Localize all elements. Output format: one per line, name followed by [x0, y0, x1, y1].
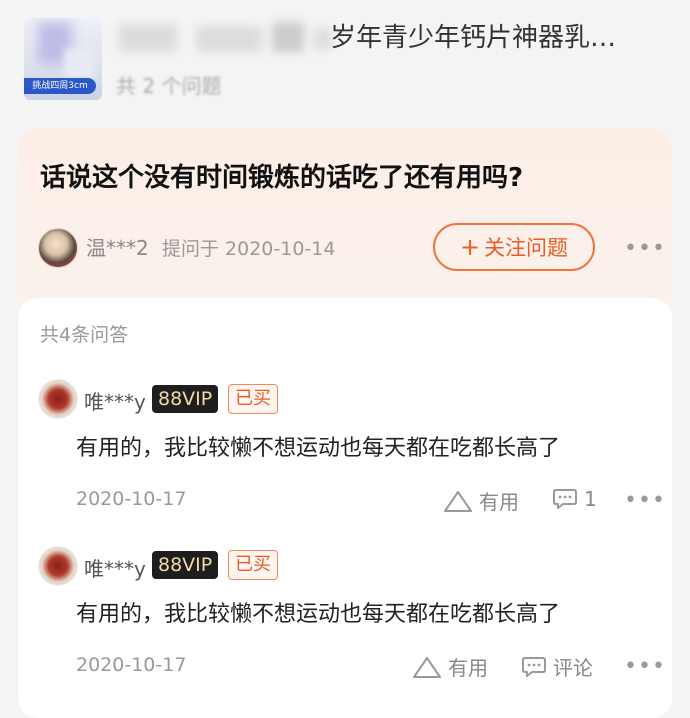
triangle-up-icon: [444, 490, 472, 512]
bought-badge: 已买: [228, 384, 278, 414]
asker-name: 温***2: [86, 236, 149, 260]
follow-question-label: 关注问题: [484, 236, 569, 260]
comment-button[interactable]: 评论: [521, 652, 593, 681]
plus-icon: +: [459, 233, 481, 261]
product-thumbnail[interactable]: 挑战四周3cm: [24, 18, 102, 100]
product-header: 挑战四周3cm 岁年青少年钙片神器乳… 共 2 个问题: [0, 0, 690, 120]
comment-icon: [553, 489, 577, 509]
answer-text: 有用的，我比较懒不想运动也每天都在吃都长高了: [76, 436, 561, 461]
useful-button[interactable]: 有用: [412, 652, 488, 681]
answer-more-icon[interactable]: •••: [624, 654, 666, 679]
answer-count: 共4条问答: [40, 324, 129, 346]
answer-date: 2020-10-17: [76, 654, 187, 676]
answer-date: 2020-10-17: [76, 488, 187, 510]
comment-icon: [522, 656, 546, 677]
thumbnail-figure-light: [64, 48, 94, 78]
blurred-title-part: [196, 26, 262, 52]
answerer-name: 唯***y: [84, 557, 146, 581]
answerer-avatar[interactable]: [38, 546, 78, 586]
answer-more-icon[interactable]: •••: [624, 488, 666, 513]
blurred-title-part: [118, 24, 178, 52]
asker-avatar[interactable]: [38, 228, 78, 268]
vip-badge: 88VIP: [152, 385, 219, 413]
useful-label: 有用: [479, 490, 519, 514]
comment-label: 评论: [553, 656, 593, 680]
thumbnail-tag: 挑战四周3cm: [24, 78, 96, 94]
asked-date: 提问于 2020-10-14: [162, 238, 336, 260]
follow-question-button[interactable]: + 关注问题: [433, 223, 595, 271]
vip-badge: 88VIP: [152, 551, 219, 579]
answer-text: 有用的，我比较懒不想运动也每天都在吃都长高了: [76, 602, 561, 627]
triangle-up-icon: [413, 656, 441, 678]
useful-label: 有用: [448, 656, 488, 680]
answerer-name: 唯***y: [84, 390, 146, 414]
comment-button[interactable]: 1: [552, 486, 597, 512]
blurred-title-part: [272, 22, 304, 52]
question-count-subtitle: 共 2 个问题: [116, 74, 222, 98]
comment-count: 1: [584, 487, 597, 511]
question-more-icon[interactable]: •••: [624, 236, 666, 261]
answerer-avatar[interactable]: [38, 379, 78, 419]
product-title[interactable]: 岁年青少年钙片神器乳…: [330, 20, 670, 56]
useful-button[interactable]: 有用: [443, 486, 519, 515]
question-title: 话说这个没有时间锻炼的话吃了还有用吗?: [40, 163, 524, 193]
bought-badge: 已买: [228, 550, 278, 580]
